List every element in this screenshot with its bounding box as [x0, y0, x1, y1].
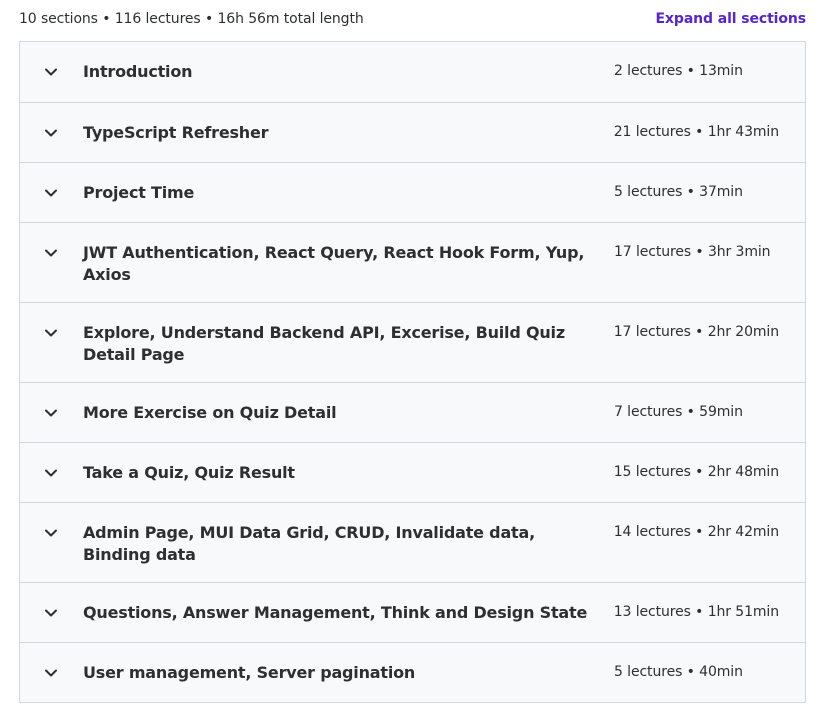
chevron-down-icon	[44, 406, 58, 420]
chevron-down-icon	[44, 65, 58, 79]
expand-all-sections-button[interactable]: Expand all sections	[656, 11, 807, 27]
section-typescript-refresher[interactable]: TypeScript Refresher 21 lectures • 1hr 4…	[20, 102, 805, 162]
course-content-header: 10 sections • 116 lectures • 16h 56m tot…	[19, 8, 806, 30]
section-meta: 17 lectures • 3hr 3min	[614, 244, 771, 260]
section-list: Introduction 2 lectures • 13min TypeScri…	[19, 41, 806, 703]
chevron-down-icon	[44, 666, 58, 680]
section-meta: 7 lectures • 59min	[614, 404, 743, 420]
chevron-down-icon	[44, 466, 58, 480]
section-title: Explore, Understand Backend API, Exceris…	[83, 323, 565, 364]
section-title: TypeScript Refresher	[83, 123, 269, 142]
chevron-down-icon	[44, 526, 58, 540]
section-jwt-authentication[interactable]: JWT Authentication, React Query, React H…	[20, 222, 805, 302]
section-meta: 15 lectures • 2hr 48min	[613, 464, 779, 480]
section-user-management[interactable]: User management, Server pagination 5 lec…	[20, 642, 805, 702]
chevron-down-icon	[44, 186, 58, 200]
section-introduction[interactable]: Introduction 2 lectures • 13min	[20, 42, 805, 102]
section-questions-answer-management[interactable]: Questions, Answer Management, Think and …	[20, 582, 805, 642]
section-admin-page[interactable]: Admin Page, MUI Data Grid, CRUD, Invalid…	[20, 502, 805, 582]
section-meta: 21 lectures • 1hr 43min	[613, 124, 779, 140]
section-title: Admin Page, MUI Data Grid, CRUD, Invalid…	[83, 523, 535, 564]
chevron-down-icon	[44, 326, 58, 340]
section-meta: 13 lectures • 1hr 51min	[613, 604, 779, 620]
chevron-down-icon	[44, 126, 58, 140]
section-meta: 17 lectures • 2hr 20min	[613, 324, 779, 340]
section-title: Take a Quiz, Quiz Result	[83, 463, 295, 482]
section-title: Questions, Answer Management, Think and …	[83, 603, 588, 622]
course-summary: 10 sections • 116 lectures • 16h 56m tot…	[19, 11, 364, 27]
chevron-down-icon	[44, 606, 58, 620]
section-take-a-quiz[interactable]: Take a Quiz, Quiz Result 15 lectures • 2…	[20, 442, 805, 502]
section-title: User management, Server pagination	[83, 663, 416, 682]
section-more-exercise[interactable]: More Exercise on Quiz Detail 7 lectures …	[20, 382, 805, 442]
section-meta: 5 lectures • 37min	[614, 184, 743, 200]
section-title: Introduction	[83, 62, 193, 81]
section-meta: 14 lectures • 2hr 42min	[613, 524, 779, 540]
section-title: JWT Authentication, React Query, React H…	[83, 243, 585, 284]
section-meta: 2 lectures • 13min	[614, 63, 743, 79]
section-title: Project Time	[83, 183, 195, 202]
section-explore-backend-api[interactable]: Explore, Understand Backend API, Exceris…	[20, 302, 805, 382]
section-meta: 5 lectures • 40min	[614, 664, 743, 680]
section-title: More Exercise on Quiz Detail	[83, 403, 337, 422]
course-content-panel: 10 sections • 116 lectures • 16h 56m tot…	[0, 0, 823, 708]
chevron-down-icon	[44, 246, 58, 260]
section-project-time[interactable]: Project Time 5 lectures • 37min	[20, 162, 805, 222]
